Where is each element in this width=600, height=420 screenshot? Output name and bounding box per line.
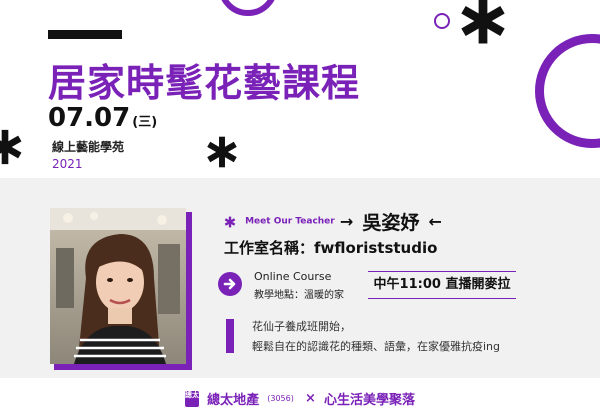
partner-name: 心生活美學聚落	[323, 393, 415, 408]
sponsor-stock-code: (3056)	[267, 394, 294, 403]
arrow-left-icon: ←	[428, 212, 442, 231]
header-section: 居家時髦花藝課程 07.07 (三) 線上藝能學苑 2021	[0, 0, 600, 178]
decorative-ring-small	[434, 13, 450, 29]
description-line-1: 花仙子養成班開始，	[252, 320, 351, 333]
footer-sponsors: 總太 總太地產 (3056) × 心生活美學聚落	[0, 388, 600, 408]
arrow-right-glyph	[223, 278, 236, 290]
meet-teacher-row: Meet Our Teacher → 吳姿妤 ←	[224, 208, 442, 234]
event-date: 07.07 (三)	[48, 103, 157, 133]
page-title: 居家時髦花藝課程	[48, 61, 361, 105]
course-location: 教學地點：溫暖的家	[254, 290, 344, 301]
asterisk-icon	[207, 136, 237, 168]
footer: 總太 總太地產 (3056) × 心生活美學聚落	[0, 378, 600, 420]
description-line-2: 輕鬆自在的認識花的種類、語彙，在家優雅抗疫ing	[252, 340, 501, 353]
asterisk-icon	[224, 216, 236, 227]
sponsor-name: 總太地產	[207, 393, 260, 408]
course-time: 中午11:00 直播開麥拉	[368, 271, 516, 299]
decorative-black-bar	[48, 30, 122, 39]
event-year: 2021	[52, 157, 83, 171]
weekday-label: (三)	[132, 115, 158, 130]
studio-name: 工作室名稱：fwfloriststudio	[224, 239, 438, 257]
meet-teacher-label: Meet Our Teacher	[245, 216, 335, 227]
asterisk-icon	[0, 129, 22, 165]
teacher-name: 吳姿妤	[362, 212, 420, 234]
collaboration-x-icon: ×	[304, 391, 316, 406]
organizer-name: 線上藝能學苑	[52, 140, 125, 154]
date-value: 07.07	[48, 103, 131, 133]
decorative-ring-top	[218, 0, 278, 16]
teacher-portrait-illustration	[50, 208, 186, 364]
sponsor-logo: 總太	[185, 390, 200, 407]
description-accent-bar	[226, 319, 234, 353]
arrow-right-icon: →	[339, 212, 354, 231]
asterisk-icon	[461, 0, 505, 44]
arrow-right-icon	[218, 272, 242, 296]
decorative-ring-large	[535, 34, 600, 148]
online-course-label: Online Course	[254, 270, 332, 283]
teacher-photo	[50, 208, 186, 364]
